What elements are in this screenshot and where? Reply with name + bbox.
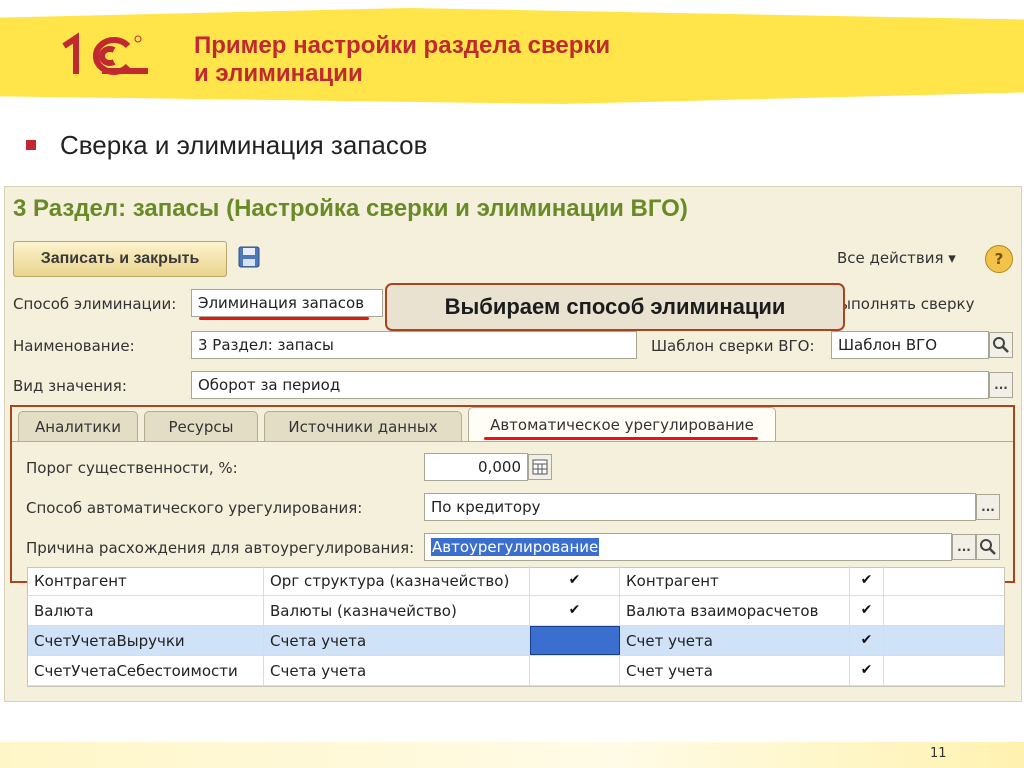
name-field[interactable]: 3 Раздел: запасы	[191, 331, 637, 359]
calculator-button[interactable]	[528, 454, 552, 480]
slide-title-line2: и элиминации	[194, 60, 363, 87]
calculator-icon	[532, 459, 548, 475]
check-icon: ✔	[530, 566, 620, 595]
table-row[interactable]: СчетУчетаВыручки Счета учета Счет учета …	[28, 626, 1004, 656]
elim-method-label: Способ элиминации:	[13, 295, 177, 313]
help-icon[interactable]: ?	[985, 245, 1013, 273]
selected-cell[interactable]	[530, 626, 620, 655]
slide-subtitle: Сверка и элиминация запасов	[60, 130, 428, 160]
auto-method-select-button[interactable]: ...	[976, 494, 1000, 520]
grid-cell: Валюта	[28, 596, 264, 625]
table-row[interactable]: СчетУчетаСебестоимости Счета учета Счет …	[28, 656, 1004, 686]
form-title: 3 Раздел: запасы (Настройка сверки и эли…	[13, 195, 688, 222]
table-row[interactable]: Валюта Валюты (казначейство) ✔ Валюта вз…	[28, 596, 1004, 626]
reason-value: Автоурегулирование	[431, 538, 600, 556]
settings-form: 3 Раздел: запасы (Настройка сверки и эли…	[4, 186, 1022, 702]
callout-annotation: Выбираем способ элиминации	[385, 283, 845, 331]
check-icon: ✔	[850, 566, 884, 595]
tab-resources[interactable]: Ресурсы	[144, 411, 258, 442]
grid-cell: Счет учета	[620, 656, 850, 685]
save-icon[interactable]	[237, 245, 261, 269]
elim-method-field[interactable]: Элиминация запасов	[191, 289, 383, 317]
page-number: 11	[930, 746, 947, 761]
bullet-icon	[26, 140, 36, 150]
check-icon: ✔	[850, 656, 884, 685]
name-label: Наименование:	[13, 337, 135, 355]
red-underline	[484, 437, 758, 440]
grid-cell: Счета учета	[264, 656, 530, 685]
grid-cell: СчетУчетаВыручки	[28, 626, 264, 655]
grid-cell: Контрагент	[620, 566, 850, 595]
reason-field[interactable]: Автоурегулирование	[424, 533, 952, 561]
value-type-label: Вид значения:	[13, 377, 127, 395]
slide-title: Пример настройки раздела сверки и элимин…	[194, 32, 610, 88]
template-search-button[interactable]	[989, 332, 1013, 358]
red-underline	[199, 317, 369, 320]
check-icon: ✔	[850, 626, 884, 655]
grid-cell: Валюты (казначейство)	[264, 596, 530, 625]
reason-search-button[interactable]	[976, 534, 1000, 560]
slide-title-line1: Пример настройки раздела сверки	[194, 32, 611, 59]
analytics-grid: Контрагент Орг структура (казначейство) …	[27, 566, 1005, 687]
save-and-close-button[interactable]: Записать и закрыть	[13, 241, 227, 277]
check-icon: ✔	[530, 596, 620, 625]
tabs-panel: Аналитики Ресурсы Источники данных Автом…	[10, 405, 1015, 583]
tab-data-sources[interactable]: Источники данных	[264, 411, 462, 442]
check-icon	[530, 656, 620, 685]
search-icon	[993, 337, 1009, 353]
tab-divider	[12, 441, 1013, 442]
grid-cell: СчетУчетаСебестоимости	[28, 656, 264, 685]
table-row[interactable]: Контрагент Орг структура (казначейство) …	[28, 566, 1004, 596]
grid-cell: Орг структура (казначейство)	[264, 566, 530, 595]
template-field[interactable]: Шаблон ВГО	[831, 331, 989, 359]
auto-method-field[interactable]: По кредитору	[424, 493, 976, 521]
threshold-field[interactable]: 0,000	[424, 453, 528, 481]
template-label: Шаблон сверки ВГО:	[651, 337, 815, 355]
slide-footer	[0, 742, 1024, 768]
value-type-field[interactable]: Оборот за период	[191, 371, 989, 399]
search-icon	[980, 539, 996, 555]
grid-cell: Контрагент	[28, 566, 264, 595]
auto-method-label: Способ автоматического урегулирования:	[26, 499, 363, 517]
value-type-select-button[interactable]: ...	[989, 372, 1013, 398]
grid-cell: Счет учета	[620, 626, 850, 655]
check-icon: ✔	[850, 596, 884, 625]
reason-select-button[interactable]: ...	[952, 534, 976, 560]
grid-cell: Валюта взаиморасчетов	[620, 596, 850, 625]
all-actions-menu[interactable]: Все действия ▾	[837, 249, 956, 267]
grid-cell: Счета учета	[264, 626, 530, 655]
tab-analytics[interactable]: Аналитики	[18, 411, 138, 442]
1c-logo	[62, 32, 148, 75]
threshold-label: Порог существенности, %:	[26, 459, 238, 477]
reason-label: Причина расхождения для автоурегулирован…	[26, 539, 415, 557]
